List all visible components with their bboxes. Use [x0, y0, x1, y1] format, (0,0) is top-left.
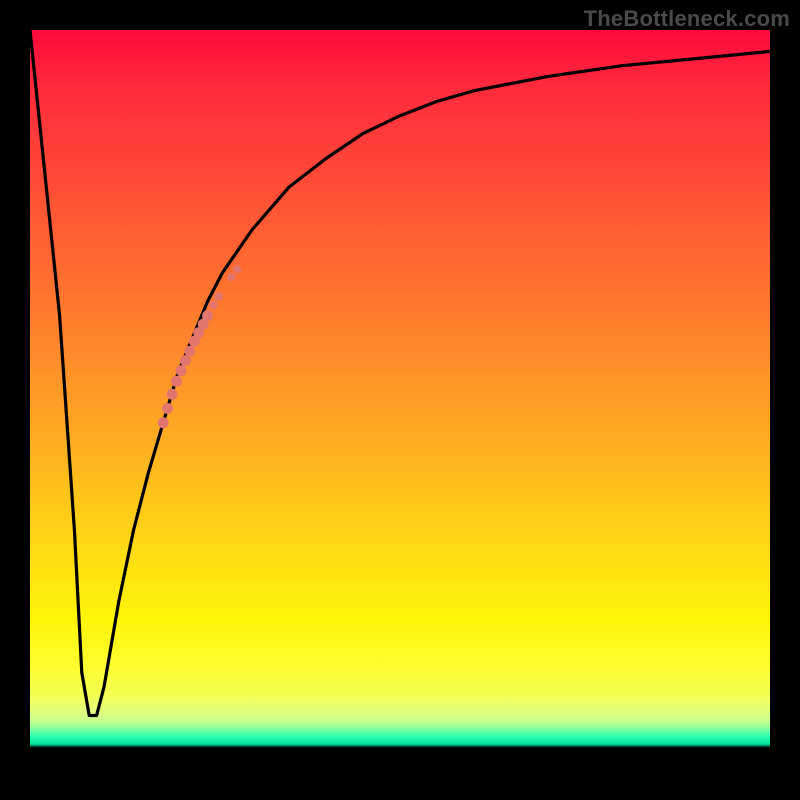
data-point: [162, 403, 173, 414]
data-point: [158, 417, 169, 428]
data-point: [209, 301, 218, 310]
highlight-points: [158, 265, 242, 428]
data-point: [214, 292, 223, 301]
data-point: [227, 273, 235, 281]
data-point: [202, 310, 213, 321]
chart-frame: TheBottleneck.com: [0, 0, 800, 800]
data-point: [176, 365, 187, 376]
watermark-label: TheBottleneck.com: [584, 6, 790, 32]
chart-svg: [30, 30, 770, 770]
plot-area: [30, 30, 770, 770]
data-point: [184, 346, 195, 357]
data-point: [167, 389, 178, 400]
bottleneck-curve: [30, 30, 770, 716]
data-point: [171, 376, 182, 387]
data-point: [233, 265, 241, 273]
